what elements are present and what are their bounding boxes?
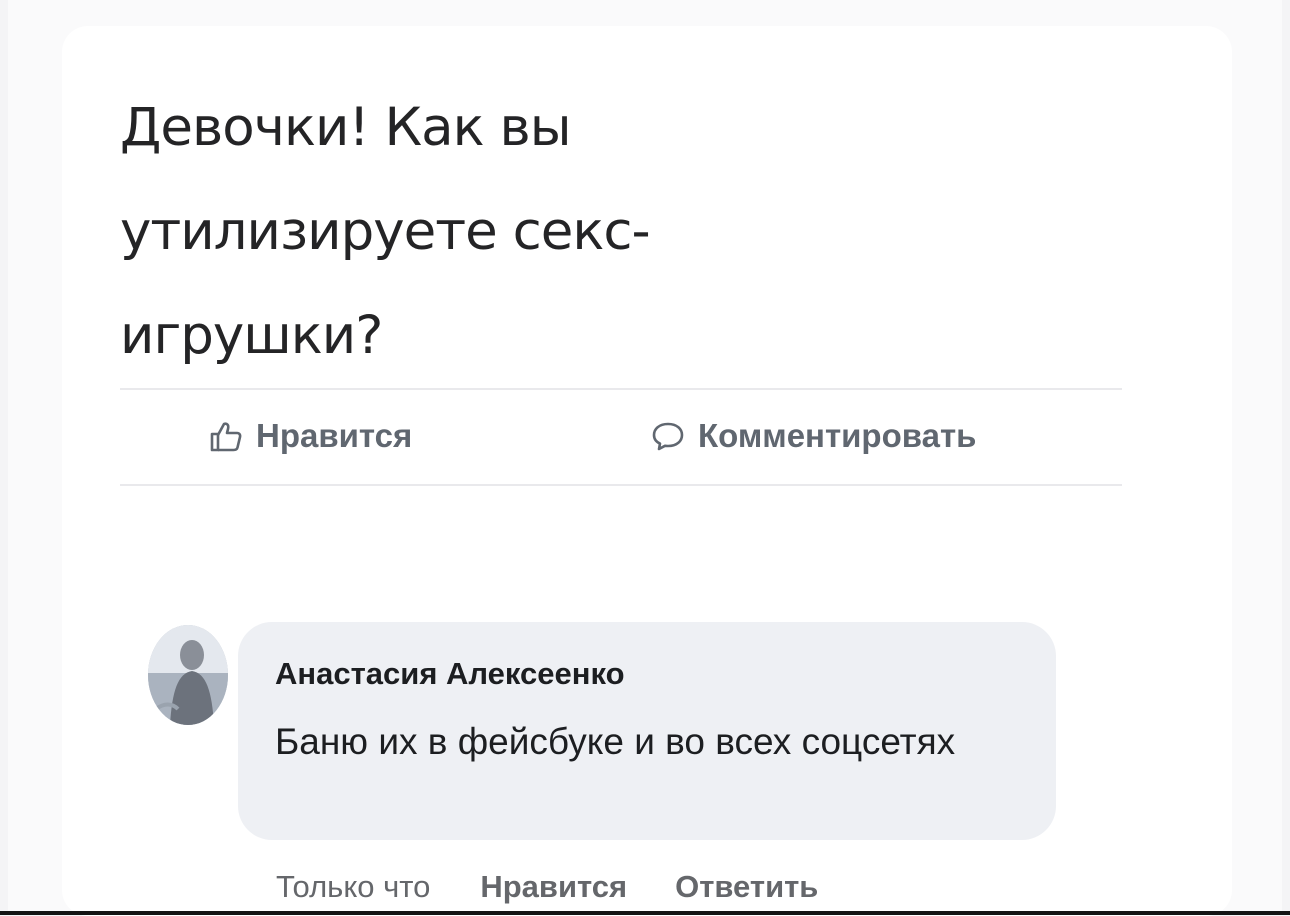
speech-bubble-icon bbox=[650, 418, 686, 454]
avatar[interactable] bbox=[148, 625, 228, 725]
divider-top bbox=[120, 388, 1122, 390]
comment-button[interactable]: Комментировать bbox=[650, 411, 976, 461]
thumbs-up-icon bbox=[208, 418, 244, 454]
post-actions-bar: Нравится Комментировать bbox=[120, 395, 1122, 479]
comment-reply-link[interactable]: Ответить bbox=[675, 869, 818, 905]
bottom-border bbox=[0, 911, 1290, 915]
comment-text: Баню их в фейсбуке и во всех соцсетях bbox=[275, 721, 956, 762]
divider-bottom bbox=[120, 484, 1122, 486]
comment-author[interactable]: Анастасия Алексеенко bbox=[275, 656, 625, 692]
comment-meta: Только что Нравится Ответить bbox=[276, 862, 866, 912]
comment-like-link[interactable]: Нравится bbox=[480, 869, 627, 905]
comment-button-label: Комментировать bbox=[698, 417, 977, 454]
comment-bubble: Анастасия Алексеенко Баню их в фейсбуке … bbox=[238, 622, 1056, 840]
post-text: Девочки! Как вы утилизируете секс-игрушк… bbox=[120, 97, 651, 366]
like-button-label: Нравится bbox=[256, 417, 413, 454]
like-button[interactable]: Нравится bbox=[208, 411, 412, 461]
comment-timestamp: Только что bbox=[276, 869, 431, 904]
